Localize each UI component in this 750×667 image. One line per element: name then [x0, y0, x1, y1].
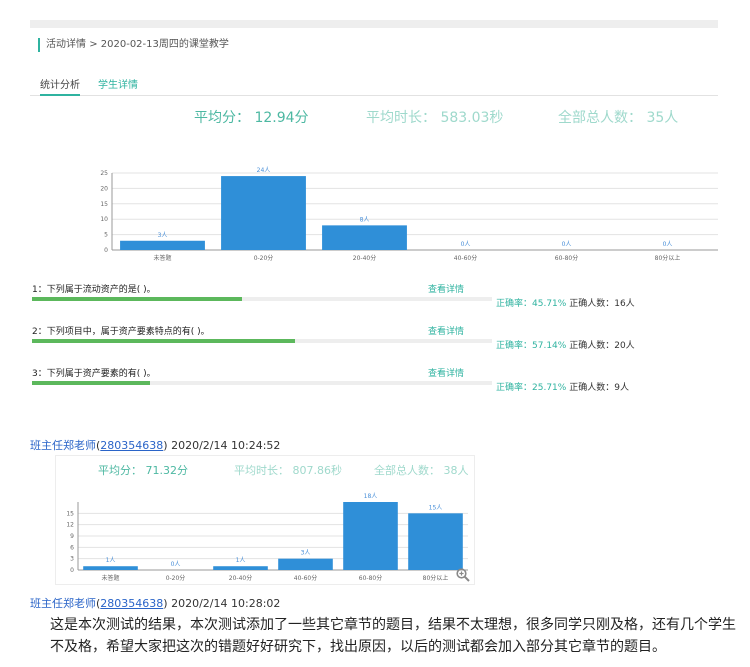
avg-duration: 平均时长： 583.03秒: [366, 110, 504, 126]
y-tick-label: 10: [100, 216, 108, 223]
tab-student-details[interactable]: 学生详情: [98, 79, 138, 93]
post-qq-link[interactable]: 280354638: [100, 439, 163, 452]
bar: [408, 513, 463, 570]
score-distribution-chart-2: 0 3 6 9 12 15 1人未答题 0人 0-20分 1人 20-40分 3人 40-60分 18人 6…: [66, 493, 468, 582]
data-label: 18人: [364, 493, 378, 500]
breadcrumb-root[interactable]: 活动详情: [46, 39, 86, 50]
accuracy-label: 正确率：: [496, 299, 533, 309]
accuracy-bar: [32, 381, 151, 385]
view-details-link[interactable]: 查看详情: [428, 282, 464, 295]
post-message: 这是本次测试的结果，本次测试添加了一些其它章节的题目，结果不太理想，很多同学只刚…: [50, 617, 736, 655]
bar: [221, 176, 306, 250]
correct-value: 16人: [614, 299, 635, 309]
question-stats: 正确率：25.71% 正确人数：9人: [496, 380, 629, 393]
question-title: 3：下列属于资产要素的有( )。: [32, 369, 156, 379]
bar: [278, 558, 333, 570]
x-tick-label: 未答题: [101, 574, 119, 582]
correct-label: 正确人数：: [569, 299, 615, 309]
accuracy-value: 25.71%: [532, 383, 567, 393]
bar: [343, 502, 398, 570]
tab-statistics[interactable]: 统计分析: [40, 79, 80, 96]
data-label: 3人: [158, 232, 168, 239]
correct-label: 正确人数：: [569, 341, 615, 351]
accuracy-value: 57.14%: [532, 341, 567, 351]
question-stats: 正确率：45.71% 正确人数：16人: [496, 296, 635, 309]
data-label: 3人: [301, 550, 311, 557]
x-tick-label: 60-80分: [555, 254, 578, 262]
data-label: 24人: [257, 167, 271, 174]
correct-value: 20人: [614, 341, 635, 351]
question-title: 1：下列属于流动资产的是( )。: [32, 285, 156, 295]
post-author[interactable]: 班主任郑老师: [30, 439, 96, 452]
top-bar: [30, 20, 718, 28]
avg-score: 平均分： 12.94分: [194, 110, 309, 126]
y-tick-label: 12: [66, 522, 74, 529]
data-label: 0人: [562, 241, 572, 248]
x-tick-label: 未答题: [153, 254, 171, 262]
bar: [120, 240, 205, 250]
x-tick-label: 20-40分: [229, 574, 252, 582]
data-label: 1人: [236, 557, 246, 564]
y-tick-label: 15: [100, 201, 108, 208]
breadcrumb: 活动详情 > 2020-02-13周四的课堂教学: [38, 38, 229, 52]
y-tick-label: 15: [66, 510, 74, 517]
score-distribution-chart: 0 5 10 15 20 25 3人未答题 24人 0-20分 8人 20-40分 0人 40-60分 0…: [100, 167, 718, 262]
breadcrumb-current: 2020-02-13周四的课堂教学: [100, 39, 229, 50]
data-label: 0人: [461, 241, 471, 248]
x-tick-label: 40-60分: [454, 254, 477, 262]
question-row: 3：下列属于资产要素的有( )。 查看详情 正确率：25.71% 正确人数：9人: [30, 366, 718, 396]
stats-panel-2: 平均分： 71.32分 平均时长： 807.86秒 全部总人数： 38人 036…: [55, 455, 475, 585]
accuracy-bar: [32, 339, 295, 343]
post-header: 班主任郑老师(280354638) 2020/2/14 10:24:52: [30, 439, 281, 452]
question-row: 1：下列属于流动资产的是( )。 查看详情 正确率：45.71% 正确人数：16…: [30, 282, 718, 312]
x-tick-label: 0-20分: [254, 254, 274, 262]
post-time: 2020/2/14 10:24:52: [171, 439, 281, 452]
bar: [322, 225, 407, 250]
y-tick-label: 25: [100, 170, 108, 177]
post-author[interactable]: 班主任郑老师: [30, 597, 96, 610]
x-tick-label: 40-60分: [294, 574, 317, 582]
data-label: 0人: [663, 241, 673, 248]
breadcrumb-separator: >: [89, 39, 98, 50]
post-time: 2020/2/14 10:28:02: [171, 597, 281, 610]
data-label: 15人: [429, 504, 443, 511]
question-title: 2：下列项目中，属于资产要素特点的有( )。: [32, 327, 210, 337]
accuracy-value: 45.71%: [532, 299, 567, 309]
y-tick-label: 9: [70, 533, 74, 540]
data-label: 8人: [360, 216, 370, 223]
total-count: 全部总人数： 35人: [558, 110, 679, 126]
y-tick-label: 6: [70, 544, 74, 551]
x-tick-label: 80分以上: [655, 254, 681, 262]
view-details-link[interactable]: 查看详情: [428, 324, 464, 337]
post-header: 班主任郑老师(280354638) 2020/2/14 10:28:02: [30, 597, 281, 610]
x-tick-label: 20-40分: [353, 254, 376, 262]
accuracy-label: 正确率：: [496, 383, 533, 393]
view-details-link[interactable]: 查看详情: [428, 366, 464, 379]
y-tick-label: 3: [70, 556, 74, 563]
accuracy-track: [32, 381, 492, 385]
stats-panel: 活动详情 > 2020-02-13周四的课堂教学 统计分析 学生详情 平均分： …: [30, 20, 718, 408]
tab-bar: 统计分析 学生详情: [30, 76, 718, 96]
bar: [83, 566, 138, 570]
data-label: 1人: [106, 557, 116, 564]
question-stats: 正确率：57.14% 正确人数：20人: [496, 338, 635, 351]
correct-value: 9人: [614, 383, 629, 393]
y-tick-label: 5: [104, 232, 108, 239]
x-tick-label: 0-20分: [166, 574, 186, 582]
x-tick-label: 80分以上: [423, 574, 449, 582]
y-tick-label: 20: [100, 185, 108, 192]
bar: [213, 566, 268, 570]
zoom-in-icon[interactable]: [456, 568, 470, 582]
accuracy-label: 正确率：: [496, 341, 533, 351]
accuracy-track: [32, 339, 492, 343]
post-qq-link[interactable]: 280354638: [100, 597, 163, 610]
x-tick-label: 60-80分: [359, 574, 382, 582]
question-row: 2：下列项目中，属于资产要素特点的有( )。 查看详情 正确率：57.14% 正…: [30, 324, 718, 354]
y-tick-label: 0: [104, 247, 108, 254]
accuracy-track: [32, 297, 492, 301]
data-label: 0人: [171, 561, 181, 568]
correct-label: 正确人数：: [569, 383, 615, 393]
accuracy-bar: [32, 297, 243, 301]
y-tick-label: 0: [70, 567, 74, 574]
